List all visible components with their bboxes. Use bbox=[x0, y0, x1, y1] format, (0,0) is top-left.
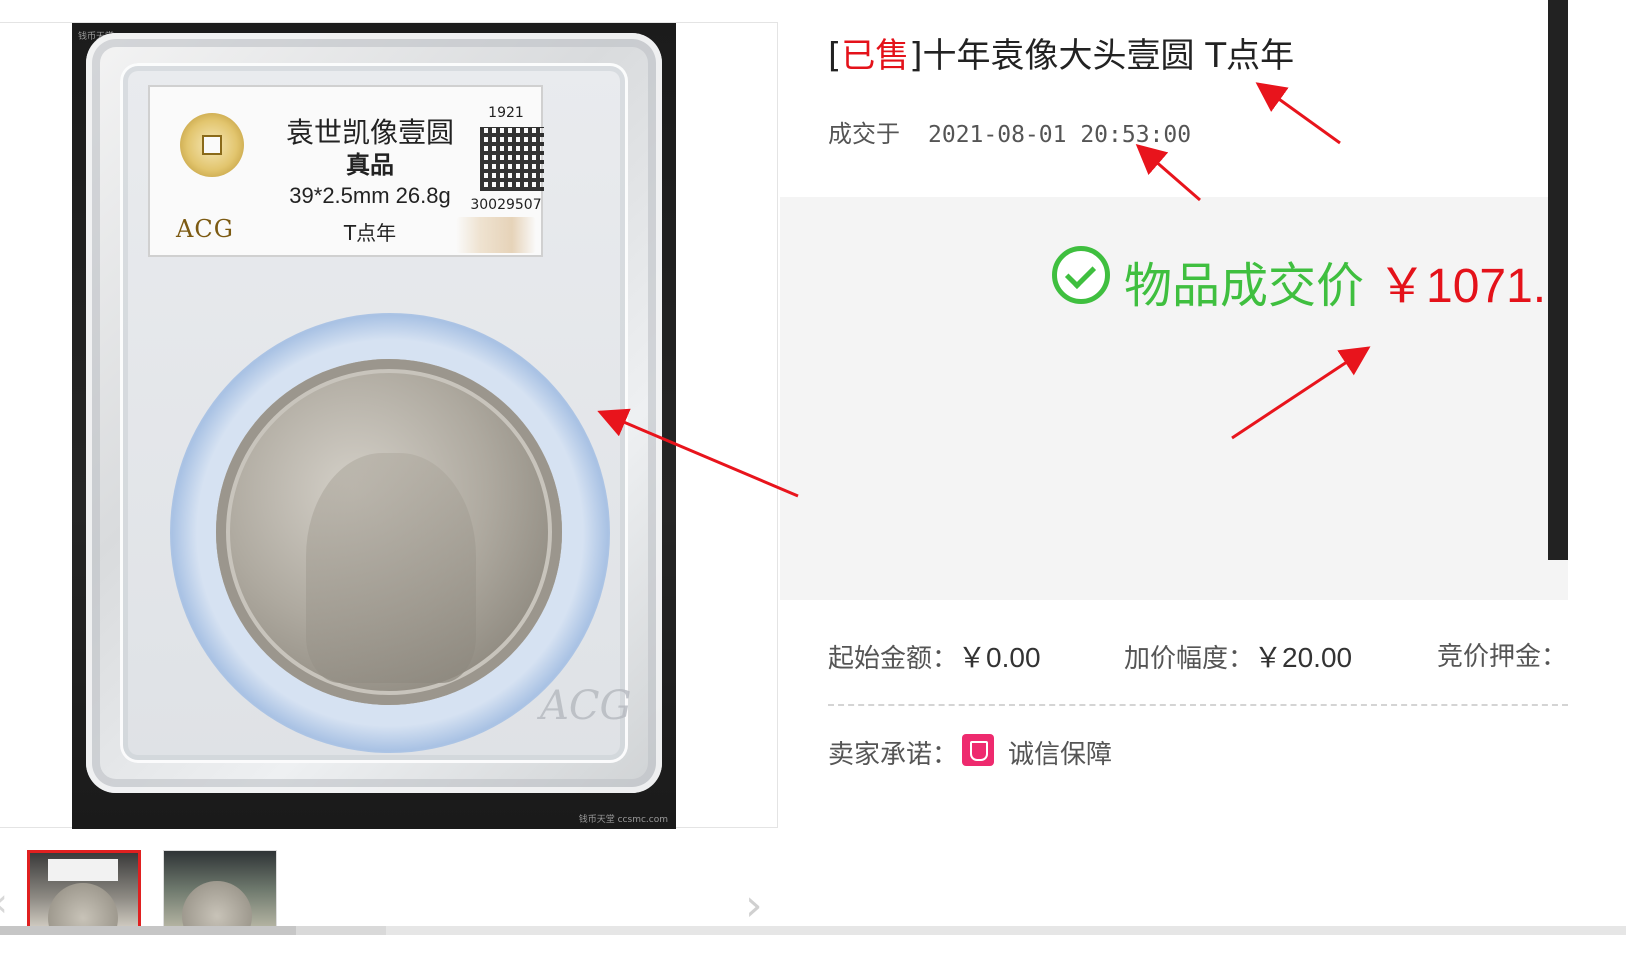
thumbnail-1[interactable] bbox=[27, 850, 141, 930]
bid-deposit: 竞价押金： bbox=[1437, 636, 1567, 673]
final-price-value: ￥1071.2 bbox=[1378, 260, 1573, 313]
sold-tag: 已售 bbox=[841, 36, 910, 76]
bid-increment: 加价幅度：￥20.00 bbox=[1124, 636, 1352, 676]
title-bracket-close: ] bbox=[909, 36, 923, 76]
coin-slab-photo[interactable]: 钱币天堂 ccsmc.com ACG 袁世凯像壹圆 真品 39*2.5mm 26… bbox=[72, 23, 676, 829]
coin-seal-icon bbox=[180, 113, 244, 177]
deal-time-value: 2021-08-01 20:53:00 bbox=[928, 122, 1192, 148]
label-variety: T点年 bbox=[343, 221, 397, 245]
label-cert-number: 30029507 bbox=[470, 197, 542, 213]
qr-code-icon bbox=[480, 127, 544, 191]
deal-time-row: 成交于 2021-08-01 20:53:00 bbox=[828, 114, 1191, 149]
title-bracket-open: [ bbox=[828, 36, 842, 76]
bid-increment-label: 加价幅度： bbox=[1124, 644, 1255, 674]
integrity-shield-icon bbox=[962, 734, 994, 766]
slab-emboss-mark: ACG bbox=[540, 683, 632, 729]
label-spec: 39*2.5mm 26.8g bbox=[289, 183, 451, 208]
thumbnail-label bbox=[48, 859, 118, 881]
window-edge bbox=[1548, 0, 1568, 560]
title-text: 十年袁像大头壹圆 T点年 bbox=[922, 36, 1295, 76]
coin-portrait bbox=[306, 453, 476, 683]
check-circle-icon bbox=[1052, 246, 1110, 304]
gallery-next-icon[interactable]: › bbox=[745, 880, 763, 931]
start-amount-label: 起始金额： bbox=[828, 644, 959, 674]
scrollbar-segment bbox=[296, 926, 386, 935]
label-year: 1921 bbox=[488, 105, 524, 121]
final-price-label: 物品成交价 bbox=[1124, 258, 1365, 314]
divider bbox=[828, 704, 1568, 706]
label-grade: 真品 bbox=[346, 151, 394, 179]
bid-increment-value: ￥20.00 bbox=[1254, 642, 1353, 673]
grading-slab: ACG 袁世凯像壹圆 真品 39*2.5mm 26.8g T点年 1921 30… bbox=[86, 33, 662, 793]
arrow-title bbox=[1255, 82, 1341, 145]
product-title: [已售]十年袁像大头壹圆 T点年 bbox=[828, 28, 1294, 77]
slab-label: ACG 袁世凯像壹圆 真品 39*2.5mm 26.8g T点年 1921 30… bbox=[148, 85, 544, 257]
deal-time-label: 成交于 bbox=[828, 120, 900, 148]
start-amount-value: ￥0.00 bbox=[958, 642, 1041, 673]
arrow-time bbox=[1135, 144, 1201, 202]
seller-promise-label: 卖家承诺： bbox=[828, 740, 959, 770]
bid-deposit-label: 竞价押金： bbox=[1437, 642, 1568, 672]
start-amount: 起始金额：￥0.00 bbox=[828, 636, 1041, 676]
right-margin bbox=[1568, 0, 1626, 935]
main-image-frame: 钱币天堂 ccsmc.com ACG 袁世凯像壹圆 真品 39*2.5mm 26… bbox=[0, 22, 778, 829]
gallery-prev-icon[interactable]: ‹ bbox=[0, 880, 8, 926]
label-brand: ACG bbox=[176, 215, 234, 243]
watermark-bottom: 钱币天堂 ccsmc.com bbox=[578, 815, 668, 825]
seller-promise-text[interactable]: 诚信保障 bbox=[1008, 734, 1112, 771]
seal-hole bbox=[202, 135, 222, 155]
carriage-logo-icon bbox=[456, 217, 536, 253]
thumbnail-2[interactable] bbox=[163, 850, 277, 930]
